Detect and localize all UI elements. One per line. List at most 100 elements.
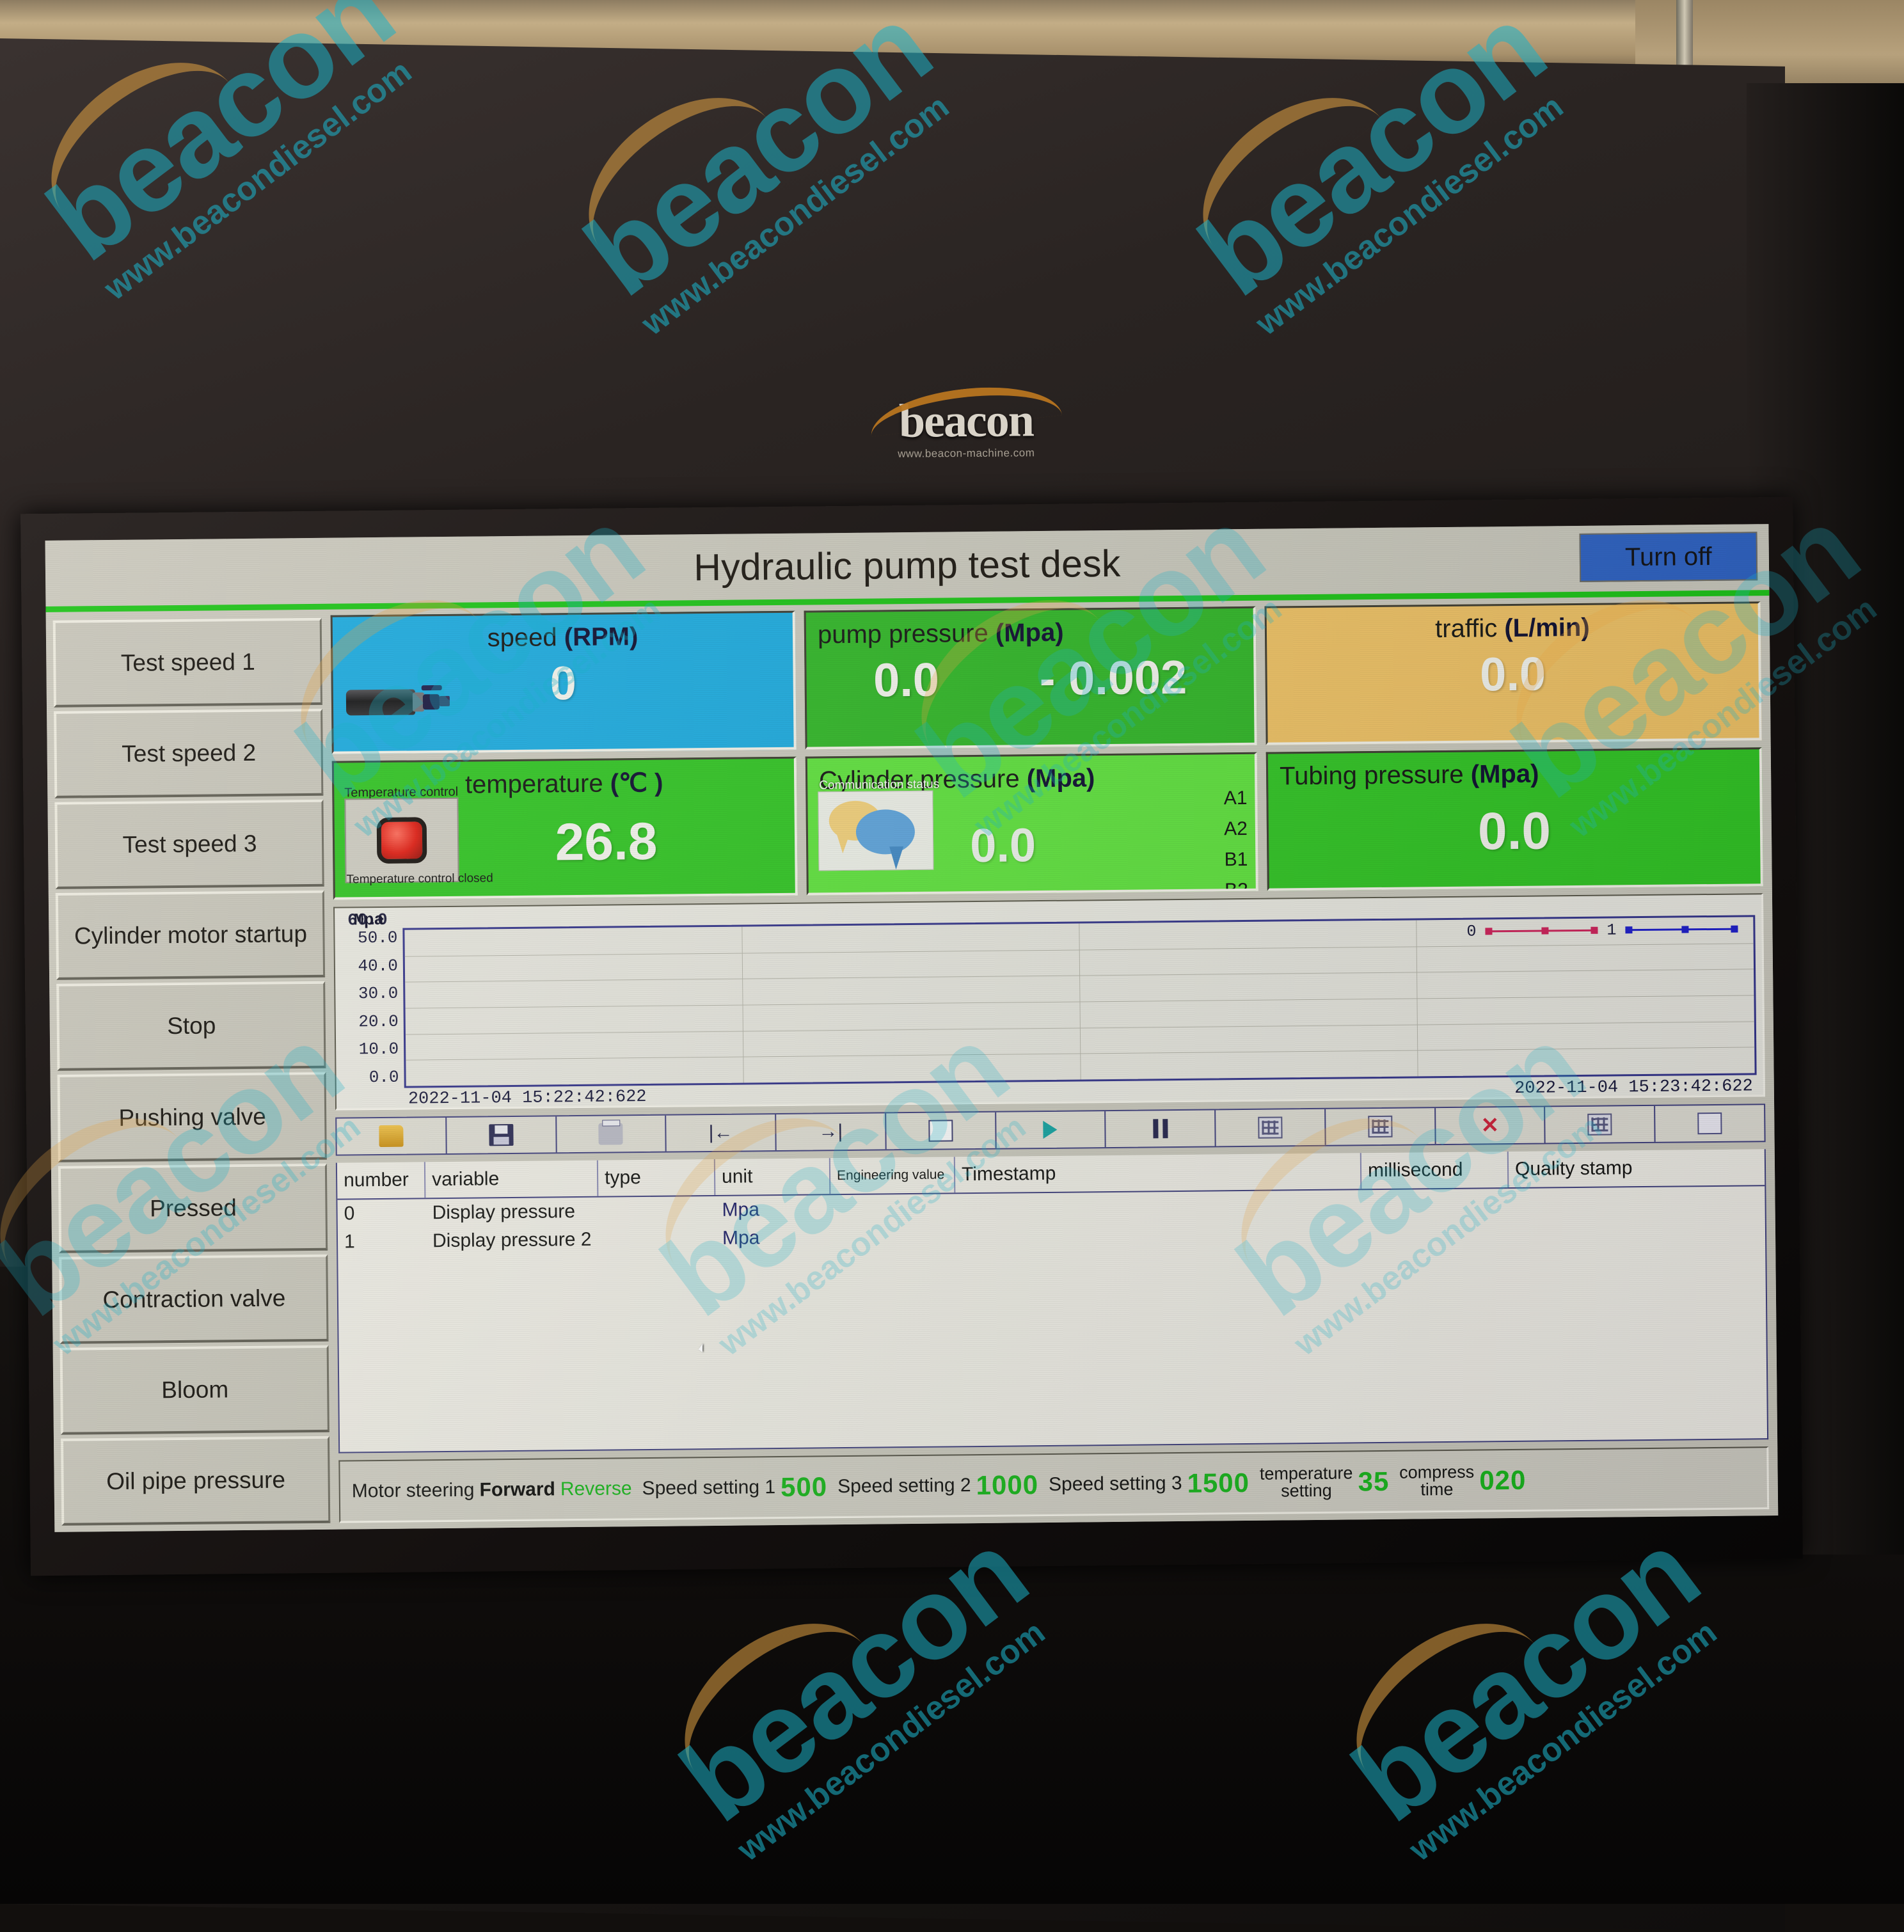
pressure-cylinder-icon (345, 685, 451, 718)
grid-edit-icon (1367, 1115, 1393, 1138)
cell-number: 1 (344, 1231, 355, 1253)
cell-timestamp (956, 1218, 1362, 1250)
chart-y-axis: 50.0 40.0 30.0 20.0 10.0 0.0 (341, 928, 404, 1089)
trend-chart: 60.0 Mpa 50.0 40.0 30.0 20.0 10.0 0.0 0 … (333, 893, 1765, 1111)
print-button[interactable] (556, 1115, 667, 1153)
delete-button[interactable]: ✕ (1435, 1107, 1546, 1144)
cell-quality-stamp (1509, 1186, 1765, 1217)
temperature-setting-value[interactable]: 35 (1358, 1466, 1389, 1496)
column-header-type[interactable]: type (598, 1159, 716, 1196)
gauge-speed-unit: (RPM) (564, 622, 639, 652)
sidebar-item-contraction-valve[interactable]: Contraction valve (59, 1254, 329, 1344)
column-header-variable[interactable]: variable (425, 1160, 599, 1198)
chart-plot-area[interactable]: 0 1 (402, 915, 1757, 1088)
speed-setting-2-value[interactable]: 1000 (976, 1469, 1038, 1501)
gauge-traffic-name: traffic (1434, 614, 1498, 644)
gauge-temperature-name: temperature (464, 769, 603, 799)
open-file-button[interactable] (337, 1117, 447, 1155)
gauge-traffic-value: 0.0 (1479, 647, 1546, 701)
chart-legend-swatch-0 (1485, 926, 1598, 935)
gauge-pump-pressure: pump pressure (Mpa) 0.0 - 0.002 (804, 606, 1257, 750)
sidebar-item-stop[interactable]: Stop (56, 981, 326, 1072)
chart-legend: 0 1 (1466, 920, 1738, 941)
play-button[interactable] (996, 1111, 1107, 1148)
main-content: speed (RPM) 0 pump pressure (Mpa) 0.0 - … (330, 601, 1770, 1523)
cell-quality-stamp (1509, 1214, 1765, 1245)
gauge-traffic: traffic (L/min) 0.0 (1264, 601, 1762, 745)
chart-ytick: 0.0 (369, 1067, 399, 1088)
chart-legend-label-0: 0 (1466, 922, 1477, 941)
sidebar-item-pushing-valve[interactable]: Pushing valve (57, 1072, 327, 1162)
monitor-bezel: Hydraulic pump test desk Turn off Test s… (20, 496, 1803, 1576)
gauge-speed-title: speed (RPM) (333, 613, 793, 654)
column-header-unit[interactable]: unit (715, 1158, 831, 1195)
compress-time-group: compress time 020 (1399, 1462, 1527, 1499)
window-button[interactable] (1655, 1105, 1764, 1142)
temperature-setting-label-line2: setting (1280, 1480, 1332, 1500)
gauge-speed-name: speed (487, 623, 557, 653)
compress-time-label: compress time (1399, 1462, 1475, 1499)
sidebar-item-oil-pipe-pressure[interactable]: Oil pipe pressure (60, 1436, 331, 1526)
cell-engineering-value (830, 1194, 955, 1223)
column-header-number[interactable]: number (337, 1162, 426, 1199)
pause-icon (1152, 1119, 1168, 1139)
speed-setting-2-label: Speed setting 2 (837, 1474, 971, 1497)
jump-to-start-button[interactable]: |← (666, 1114, 777, 1152)
gauge-row-top: speed (RPM) 0 pump pressure (Mpa) 0.0 - … (330, 601, 1762, 754)
temperature-control-button[interactable] (344, 797, 459, 883)
gauge-traffic-unit: (L/min) (1504, 613, 1590, 643)
sidebar-item-test-speed-2[interactable]: Test speed 2 (54, 708, 324, 799)
export-button[interactable] (1545, 1105, 1656, 1143)
delete-icon: ✕ (1480, 1113, 1500, 1138)
gauge-tubing-pressure: Tubing pressure (Mpa) 0.0 (1265, 747, 1763, 891)
sidebar-item-bloom[interactable]: Bloom (60, 1345, 329, 1435)
speed-setting-1-value[interactable]: 500 (781, 1471, 828, 1503)
save-button[interactable] (446, 1116, 557, 1153)
sidebar-item-test-speed-1[interactable]: Test speed 1 (52, 617, 322, 708)
play-icon (1043, 1120, 1058, 1139)
cell-millisecond (1362, 1217, 1509, 1246)
cell-timestamp (955, 1190, 1361, 1222)
sidebar-item-cylinder-motor-startup[interactable]: Cylinder motor startup (55, 891, 326, 981)
table-toolbar: |← →| ✕ (335, 1104, 1766, 1156)
save-icon (488, 1123, 514, 1146)
sidebar-item-test-speed-3[interactable]: Test speed 3 (54, 799, 324, 890)
column-header-engineering-value[interactable]: Engineering value (830, 1157, 956, 1194)
motor-steering-label: Motor steering (351, 1479, 475, 1501)
chart-y-unit: Mpa (354, 910, 385, 930)
variable-table: number variable type unit Engineering va… (335, 1149, 1769, 1453)
column-header-millisecond[interactable]: millisecond (1361, 1152, 1509, 1189)
speed-setting-3-value[interactable]: 1500 (1187, 1467, 1250, 1498)
grid-view-button[interactable] (1216, 1109, 1326, 1146)
pause-button[interactable] (1106, 1110, 1216, 1148)
cell-variable: Display pressure 2 (432, 1228, 592, 1252)
compress-time-value[interactable]: 020 (1479, 1464, 1527, 1496)
cylinder-channel-a1: A1 (1223, 787, 1248, 809)
compress-time-label-line2: time (1420, 1479, 1454, 1499)
app-body: Test speed 1 Test speed 2 Test speed 3 C… (45, 596, 1779, 1532)
open-file-icon (379, 1125, 404, 1147)
chart-legend-label-1: 1 (1606, 921, 1617, 940)
sidebar: Test speed 1 Test speed 2 Test speed 3 C… (52, 615, 331, 1526)
print-icon (598, 1123, 624, 1145)
motor-steering-group: Motor steering Forward Reverse (352, 1478, 632, 1502)
grid-view-icon (1258, 1116, 1283, 1139)
stop-lamp-icon (376, 817, 427, 864)
cell-type (598, 1196, 715, 1226)
motor-steering-forward[interactable]: Forward (479, 1478, 555, 1501)
new-page-button[interactable] (885, 1112, 997, 1150)
gauge-traffic-title: traffic (L/min) (1267, 603, 1759, 645)
hmi-screen: Hydraulic pump test desk Turn off Test s… (45, 524, 1779, 1532)
gauge-pump-unit: (Mpa) (995, 618, 1064, 647)
cell-type (599, 1224, 716, 1254)
column-header-quality-stamp[interactable]: Quality stamp (1509, 1149, 1765, 1187)
settings-status-bar: Motor steering Forward Reverse Speed set… (338, 1446, 1770, 1523)
jump-to-end-button[interactable]: →| (776, 1113, 887, 1151)
turn-off-button[interactable]: Turn off (1579, 532, 1758, 582)
motor-steering-reverse[interactable]: Reverse (560, 1478, 632, 1500)
grid-edit-button[interactable] (1326, 1108, 1436, 1145)
column-header-timestamp[interactable]: Timestamp (955, 1153, 1362, 1193)
sidebar-item-pressed[interactable]: Pressed (58, 1163, 328, 1253)
gauge-tubing-name: Tubing pressure (1279, 760, 1464, 791)
gauge-pump-title: pump pressure (Mpa) (806, 608, 1254, 650)
